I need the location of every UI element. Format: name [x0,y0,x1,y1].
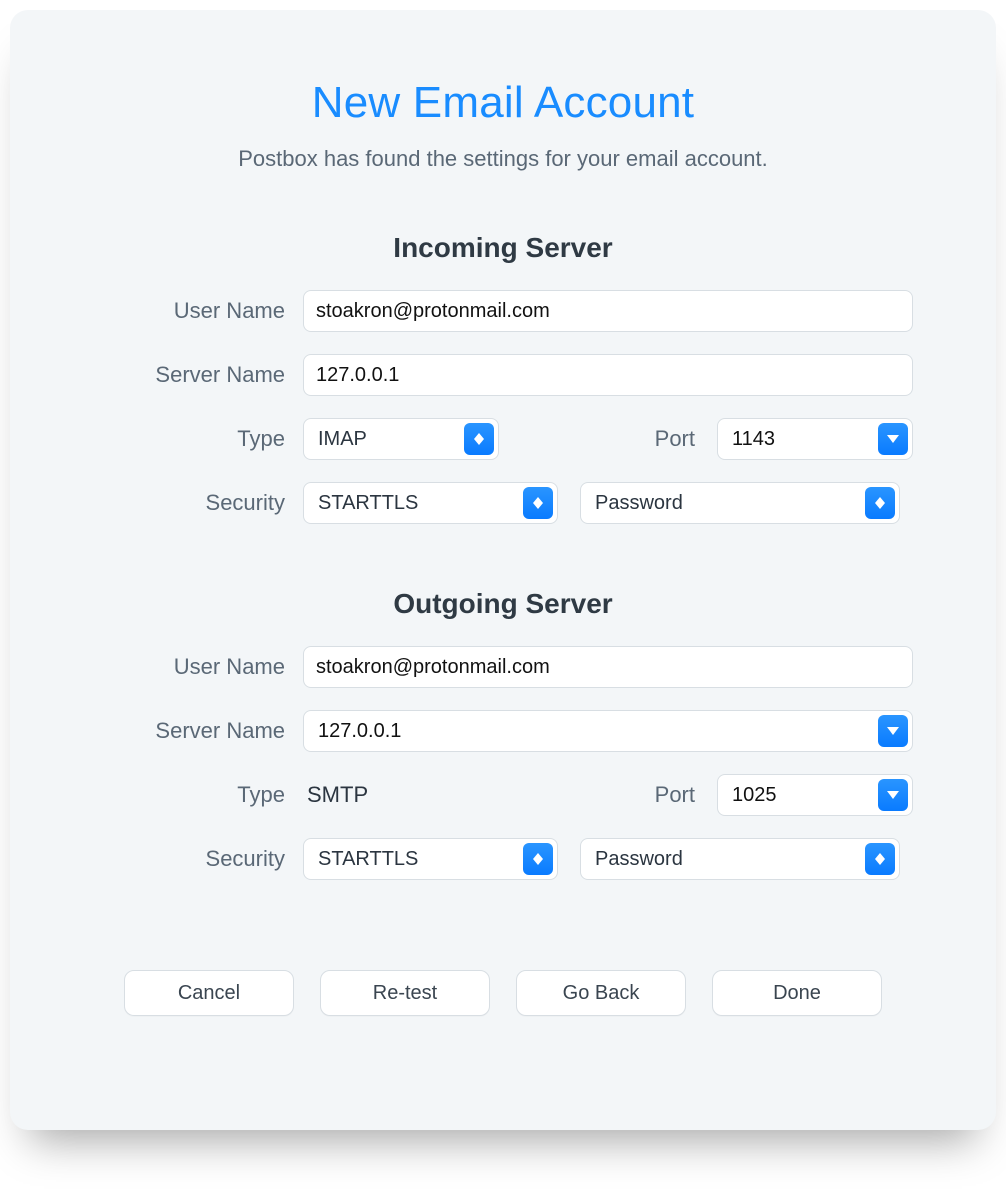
outgoing-server-combo[interactable]: 127.0.0.1 [303,710,913,752]
incoming-port-label: Port [647,426,695,452]
outgoing-form: User Name stoakron@protonmail.com Server… [93,646,913,880]
up-down-icon [523,487,553,519]
up-down-icon [523,843,553,875]
outgoing-heading: Outgoing Server [10,588,996,620]
incoming-heading: Incoming Server [10,232,996,264]
outgoing-server-label: Server Name [93,718,285,744]
incoming-security-select[interactable]: STARTTLS [303,482,558,524]
up-down-icon [865,843,895,875]
outgoing-username-input[interactable]: stoakron@protonmail.com [303,646,913,688]
retest-button[interactable]: Re-test [320,970,490,1016]
footer-buttons: Cancel Re-test Go Back Done [10,970,996,1016]
outgoing-port-label: Port [647,782,695,808]
outgoing-port-combo[interactable]: 1025 [717,774,913,816]
incoming-security-label: Security [93,490,285,516]
up-down-icon [464,423,494,455]
outgoing-type-text: SMTP [303,782,368,808]
incoming-auth-select[interactable]: Password [580,482,900,524]
incoming-server-input[interactable]: 127.0.0.1 [303,354,913,396]
outgoing-auth-select[interactable]: Password [580,838,900,880]
page-subtitle: Postbox has found the settings for your … [10,146,996,172]
up-down-icon [865,487,895,519]
chevron-down-icon [878,715,908,747]
outgoing-type-label: Type [93,782,285,808]
incoming-username-label: User Name [93,298,285,324]
incoming-username-input[interactable]: stoakron@protonmail.com [303,290,913,332]
chevron-down-icon [878,423,908,455]
incoming-type-select[interactable]: IMAP [303,418,499,460]
incoming-form: User Name stoakron@protonmail.com Server… [93,290,913,524]
incoming-server-label: Server Name [93,362,285,388]
cancel-button[interactable]: Cancel [124,970,294,1016]
incoming-port-combo[interactable]: 1143 [717,418,913,460]
outgoing-username-label: User Name [93,654,285,680]
done-button[interactable]: Done [712,970,882,1016]
outgoing-security-label: Security [93,846,285,872]
account-setup-window: New Email Account Postbox has found the … [10,10,996,1130]
chevron-down-icon [878,779,908,811]
page-title: New Email Account [10,78,996,128]
go-back-button[interactable]: Go Back [516,970,686,1016]
outgoing-security-select[interactable]: STARTTLS [303,838,558,880]
incoming-type-label: Type [93,426,285,452]
